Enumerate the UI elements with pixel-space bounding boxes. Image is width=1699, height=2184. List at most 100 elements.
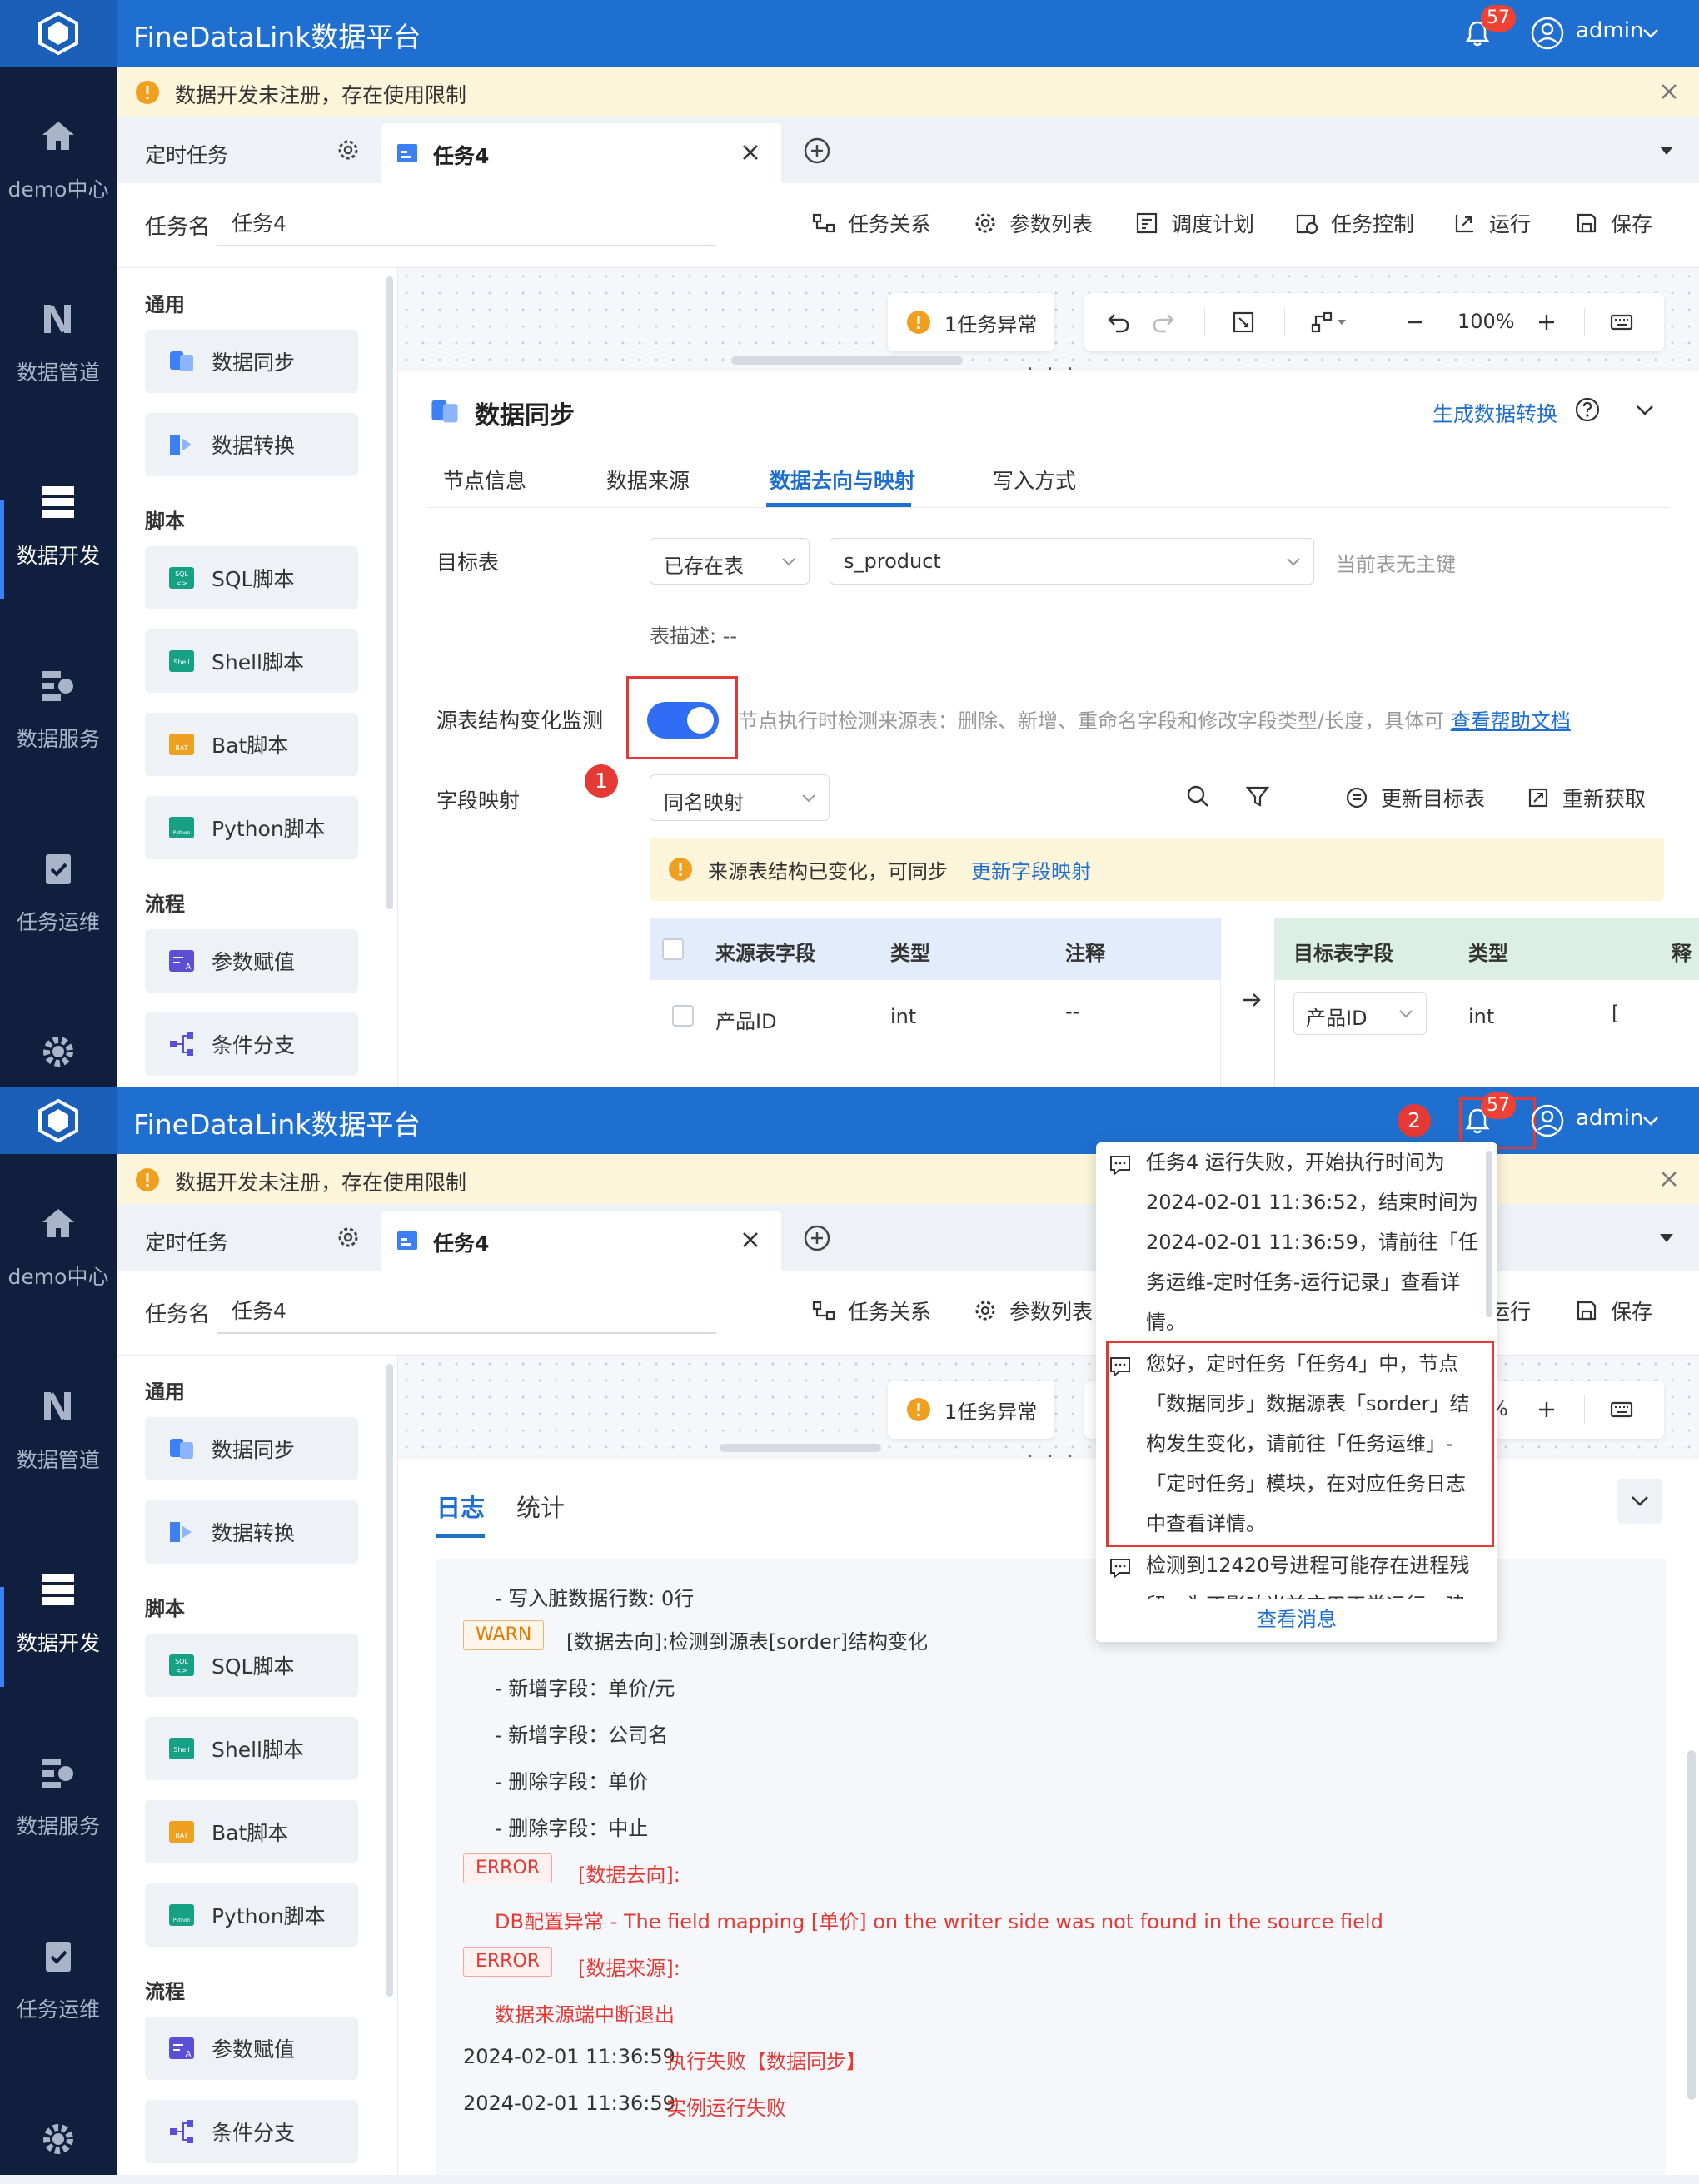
tab-scheduled-tasks[interactable]: 定时任务 <box>117 1204 381 1271</box>
tab-task4[interactable]: 任务4 <box>381 1211 781 1271</box>
task-relation-button[interactable]: 任务关系 <box>811 206 931 240</box>
notification-item[interactable]: 检测到12420号进程可能存在进程残留，为不影响当前应用正常运行，建 <box>1096 1545 1497 1599</box>
collapse-log-button[interactable] <box>1617 1479 1662 1524</box>
add-tab-icon[interactable] <box>803 1224 831 1252</box>
view-messages-link[interactable]: 查看消息 <box>1096 1599 1497 1640</box>
mapping-mode-select[interactable]: 同名映射 <box>650 774 830 821</box>
fit-view-icon[interactable] <box>1231 310 1256 335</box>
close-icon[interactable] <box>738 140 763 165</box>
node-data-sync[interactable]: 数据同步 <box>145 1417 358 1480</box>
zoom-in-icon[interactable] <box>1534 310 1559 335</box>
close-icon[interactable] <box>738 1227 763 1252</box>
node-panel-scrollbar[interactable] <box>386 1364 393 1997</box>
gear-icon[interactable] <box>335 137 361 163</box>
nav-item-service[interactable]: 数据服务 <box>0 666 117 833</box>
node-condition-branch[interactable]: 条件分支 <box>145 2100 358 2163</box>
tab-node-info[interactable]: 节点信息 <box>443 465 526 495</box>
app-logo[interactable] <box>0 1087 117 1154</box>
caret-down-icon[interactable] <box>1657 1229 1676 1247</box>
node-param-assign[interactable]: A 参数赋值 <box>145 2017 358 2080</box>
caret-down-icon[interactable] <box>1336 316 1348 328</box>
chevron-down-icon[interactable] <box>1641 23 1661 43</box>
node-bat-script[interactable]: BAT Bat脚本 <box>145 713 358 776</box>
node-shell-script[interactable]: Shell Shell脚本 <box>145 629 358 693</box>
nav-item-service[interactable]: 数据服务 <box>0 1754 117 1920</box>
node-bat-script[interactable]: BAT Bat脚本 <box>145 1800 358 1863</box>
task-exception-chip[interactable]: 1任务异常 <box>888 293 1054 351</box>
target-field-select[interactable]: 产品ID <box>1293 992 1427 1035</box>
gear-icon[interactable] <box>335 1224 361 1251</box>
row-checkbox[interactable] <box>672 1005 694 1027</box>
nav-item-dev[interactable]: 数据开发 <box>0 483 117 649</box>
select-all-checkbox[interactable] <box>662 938 684 960</box>
run-button[interactable]: 运行 <box>1452 206 1531 240</box>
zoom-in-icon[interactable] <box>1534 1397 1559 1422</box>
chevron-down-icon[interactable] <box>1641 1111 1661 1131</box>
nav-item-ops[interactable]: 任务运维 <box>0 1937 117 2103</box>
node-sql-script[interactable]: SQL <> SQL脚本 <box>145 1634 358 1697</box>
close-icon[interactable] <box>1657 80 1681 103</box>
monitor-toggle[interactable] <box>647 702 719 739</box>
close-icon[interactable] <box>1657 1167 1681 1191</box>
help-icon[interactable] <box>1574 396 1601 423</box>
node-python-script[interactable]: Python Python脚本 <box>145 796 358 859</box>
tab-data-source[interactable]: 数据来源 <box>606 465 690 495</box>
nav-item-pipeline[interactable]: 数据管道 <box>0 300 117 466</box>
nav-item-pipeline[interactable]: 数据管道 <box>0 1387 117 1554</box>
caret-down-icon[interactable] <box>1657 142 1676 160</box>
param-list-button[interactable]: 参数列表 <box>973 1294 1093 1327</box>
schedule-plan-button[interactable]: 调度计划 <box>1134 206 1254 240</box>
nav-item-demo[interactable]: demo中心 <box>0 1204 117 1371</box>
canvas-scrollbar[interactable] <box>731 356 963 365</box>
user-name[interactable]: admin <box>1576 1106 1643 1131</box>
save-button[interactable]: 保存 <box>1574 1294 1652 1327</box>
update-target-table-button[interactable]: 更新目标表 <box>1344 783 1485 813</box>
user-name[interactable]: admin <box>1576 18 1643 43</box>
tab-data-target-mapping[interactable]: 数据去向与映射 <box>770 465 915 495</box>
refetch-button[interactable]: 重新获取 <box>1526 783 1646 813</box>
user-avatar-icon[interactable] <box>1531 1104 1564 1137</box>
popover-scrollbar[interactable] <box>1486 1151 1492 1317</box>
node-data-transform[interactable]: 数据转换 <box>145 1500 358 1564</box>
nav-item-dev[interactable]: 数据开发 <box>0 1570 117 1737</box>
target-mode-select[interactable]: 已存在表 <box>650 538 810 585</box>
keyboard-icon[interactable] <box>1609 1397 1634 1422</box>
node-python-script[interactable]: Python Python脚本 <box>145 1883 358 1947</box>
task-exception-chip[interactable]: 1任务异常 <box>888 1381 1054 1439</box>
undo-icon[interactable] <box>1106 310 1131 335</box>
tab-scheduled-tasks[interactable]: 定时任务 <box>117 117 381 183</box>
generate-transform-link[interactable]: 生成数据转换 <box>1432 398 1557 428</box>
task-name-input[interactable] <box>217 1287 716 1334</box>
node-shell-script[interactable]: Shell Shell脚本 <box>145 1717 358 1780</box>
tab-statistics[interactable]: 统计 <box>516 1489 565 1524</box>
tab-log[interactable]: 日志 <box>436 1489 485 1524</box>
node-data-transform[interactable]: 数据转换 <box>145 413 358 476</box>
target-table-select[interactable]: s_product <box>830 538 1314 585</box>
save-button[interactable]: 保存 <box>1574 206 1652 240</box>
flow-canvas[interactable]: 1任务异常 % <box>398 1356 1699 1455</box>
add-tab-icon[interactable] <box>803 137 831 165</box>
task-relation-button[interactable]: 任务关系 <box>811 1294 931 1327</box>
node-condition-branch[interactable]: 条件分支 <box>145 1012 358 1076</box>
user-avatar-icon[interactable] <box>1531 17 1564 50</box>
node-panel-scrollbar[interactable] <box>386 276 393 909</box>
flow-canvas[interactable]: 1任务异常 100% <box>398 268 1699 368</box>
layout-icon[interactable] <box>1309 310 1334 335</box>
param-list-button[interactable]: 参数列表 <box>973 206 1093 240</box>
node-sql-script[interactable]: SQL <> SQL脚本 <box>145 546 358 609</box>
tab-write-mode[interactable]: 写入方式 <box>993 465 1076 495</box>
node-data-sync[interactable]: 数据同步 <box>145 330 358 393</box>
zoom-out-icon[interactable] <box>1403 310 1427 335</box>
nav-item-settings[interactable] <box>0 1032 117 1087</box>
task-control-button[interactable]: 任务控制 <box>1294 206 1414 240</box>
keyboard-icon[interactable] <box>1609 310 1634 335</box>
update-mapping-link[interactable]: 更新字段映射 <box>971 855 1091 884</box>
app-logo[interactable] <box>0 0 117 67</box>
nav-item-settings[interactable] <box>0 2120 117 2175</box>
search-icon[interactable] <box>1184 783 1211 809</box>
redo-icon[interactable] <box>1151 310 1176 335</box>
tab-task4[interactable]: 任务4 <box>381 123 781 183</box>
log-scrollbar[interactable] <box>1687 1750 1696 2100</box>
task-name-input[interactable] <box>217 200 716 246</box>
canvas-scrollbar[interactable] <box>720 1444 881 1452</box>
